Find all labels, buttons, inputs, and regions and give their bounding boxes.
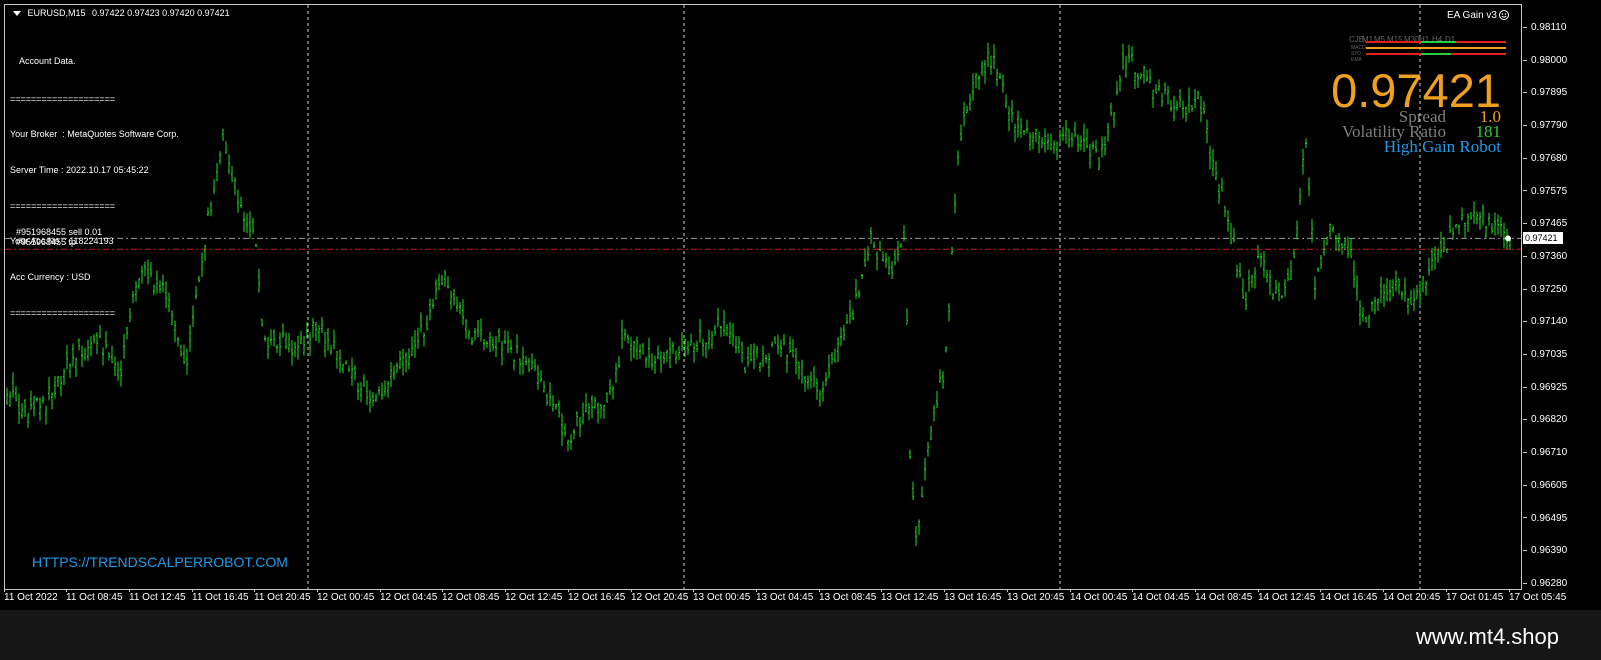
sell-order-label[interactable]: #951968455 sell 0.01 xyxy=(16,227,102,237)
time-tick-label: 12 Oct 08:45 xyxy=(442,589,500,603)
broker-line: Your Broker : MetaQuotes Software Corp. xyxy=(10,129,179,140)
price-tick-label: 0.96605 xyxy=(1523,480,1601,492)
price-tick-label: 0.98110 xyxy=(1523,22,1601,34)
smiley-icon xyxy=(1499,10,1509,21)
time-tick-label: 11 Oct 16:45 xyxy=(192,589,249,603)
price-tick-label: 0.97575 xyxy=(1523,186,1601,198)
price-tick-label: 0.97895 xyxy=(1523,87,1601,99)
time-tick-label: 13 Oct 16:45 xyxy=(944,589,1002,603)
time-tick-label: 11 Oct 08:45 xyxy=(66,589,123,603)
price-tick-label: 0.96280 xyxy=(1523,578,1601,590)
tp-label[interactable]: #951968455 tp xyxy=(16,237,76,247)
watermark-text: www.mt4.shop xyxy=(1415,624,1559,649)
time-tick-label: 13 Oct 08:45 xyxy=(819,589,877,603)
symbol-quote: 0.97422 0.97423 0.97420 0.97421 xyxy=(92,8,230,18)
time-axis[interactable]: 11 Oct 2022 11 Oct 08:45 11 Oct 12:45 11 Oc… xyxy=(4,589,1601,608)
time-tick-label: 14 Oct 04:45 xyxy=(1132,589,1190,603)
currency-line: Acc Currency : USD xyxy=(10,272,91,283)
time-tick-label: 17 Oct 05:45 xyxy=(1509,589,1567,603)
time-tick-label: 14 Oct 12:45 xyxy=(1258,589,1316,603)
signal-bar xyxy=(1421,53,1451,55)
time-tick-label: 12 Oct 04:45 xyxy=(380,589,438,603)
price-tick-label: 0.97790 xyxy=(1523,120,1601,132)
current-price-marker xyxy=(1505,235,1511,242)
time-tick-label: 13 Oct 20:45 xyxy=(1007,589,1065,603)
price-chart[interactable] xyxy=(5,5,1522,590)
signal-bar xyxy=(1366,47,1506,49)
time-tick-label: 12 Oct 16:45 xyxy=(568,589,626,603)
ea-name[interactable]: EA Gain v3 xyxy=(1447,10,1509,21)
current-price-box: 0.97421 xyxy=(1523,232,1563,244)
time-tick-label: 12 Oct 20:45 xyxy=(631,589,689,603)
price-tick-label: 0.96925 xyxy=(1523,382,1601,394)
time-tick-label: 11 Oct 12:45 xyxy=(129,589,186,603)
separator: ==================== xyxy=(10,307,116,318)
price-tick-label: 0.97035 xyxy=(1523,349,1601,361)
time-tick-label: 14 Oct 20:45 xyxy=(1383,589,1441,603)
price-tick-label: 0.97250 xyxy=(1523,284,1601,296)
ea-title: EA Gain v3 xyxy=(1446,10,1497,21)
price-tick-label: 0.96710 xyxy=(1523,447,1601,459)
time-tick-label: 13 Oct 04:45 xyxy=(756,589,814,603)
url-link[interactable]: HTTPS://TRENDSCALPERROBOT.COM xyxy=(32,554,288,570)
bottom-bar: www.mt4.shop xyxy=(0,610,1601,660)
time-tick-label: 14 Oct 16:45 xyxy=(1320,589,1378,603)
symbol-header: EURUSD,M15 0.97422 0.97423 0.97420 0.974… xyxy=(13,8,230,18)
time-tick-label: 12 Oct 12:45 xyxy=(505,589,563,603)
symbol-name: EURUSD,M15 xyxy=(27,8,86,18)
time-tick-label: 14 Oct 08:45 xyxy=(1195,589,1253,603)
price-axis[interactable]: 0.98110 0.98000 0.97895 0.97790 0.97680 0.975… xyxy=(1523,4,1601,590)
price-tick-label: 0.97360 xyxy=(1523,251,1601,263)
dropdown-triangle-icon[interactable] xyxy=(13,11,21,17)
time-tick-label: 13 Oct 00:45 xyxy=(693,589,751,603)
separator: ==================== xyxy=(10,93,116,104)
time-tick-label: 11 Oct 20:45 xyxy=(254,589,311,603)
price-tick-label: 0.97680 xyxy=(1523,153,1601,165)
time-tick-label: 14 Oct 00:45 xyxy=(1070,589,1128,603)
price-tick-label: 0.97140 xyxy=(1523,316,1601,328)
price-tick-label: 0.96390 xyxy=(1523,545,1601,557)
price-tick-label: 0.98000 xyxy=(1523,55,1601,67)
time-tick-label: 12 Oct 00:45 xyxy=(317,589,375,603)
account-title: Account Data. xyxy=(19,55,76,66)
signal-bar xyxy=(1421,41,1456,43)
account-panel: Account Data. ==================== Your … xyxy=(10,32,179,344)
price-tick-label: 0.97465 xyxy=(1523,218,1601,230)
price-tick-label: 0.96495 xyxy=(1523,513,1601,525)
time-tick-label: 17 Oct 01:45 xyxy=(1446,589,1504,603)
price-tick-label: 0.96820 xyxy=(1523,414,1601,426)
robot-name: High Gain Robot xyxy=(1383,137,1501,156)
separator: ==================== xyxy=(10,200,116,211)
chart-area[interactable]: EURUSD,M15 0.97422 0.97423 0.97420 0.974… xyxy=(4,4,1522,590)
time-tick-label: 11 Oct 2022 xyxy=(4,589,58,603)
server-time-line: Server Time : 2022.10.17 05:45:22 xyxy=(10,164,149,175)
time-tick-label: 13 Oct 12:45 xyxy=(881,589,939,603)
